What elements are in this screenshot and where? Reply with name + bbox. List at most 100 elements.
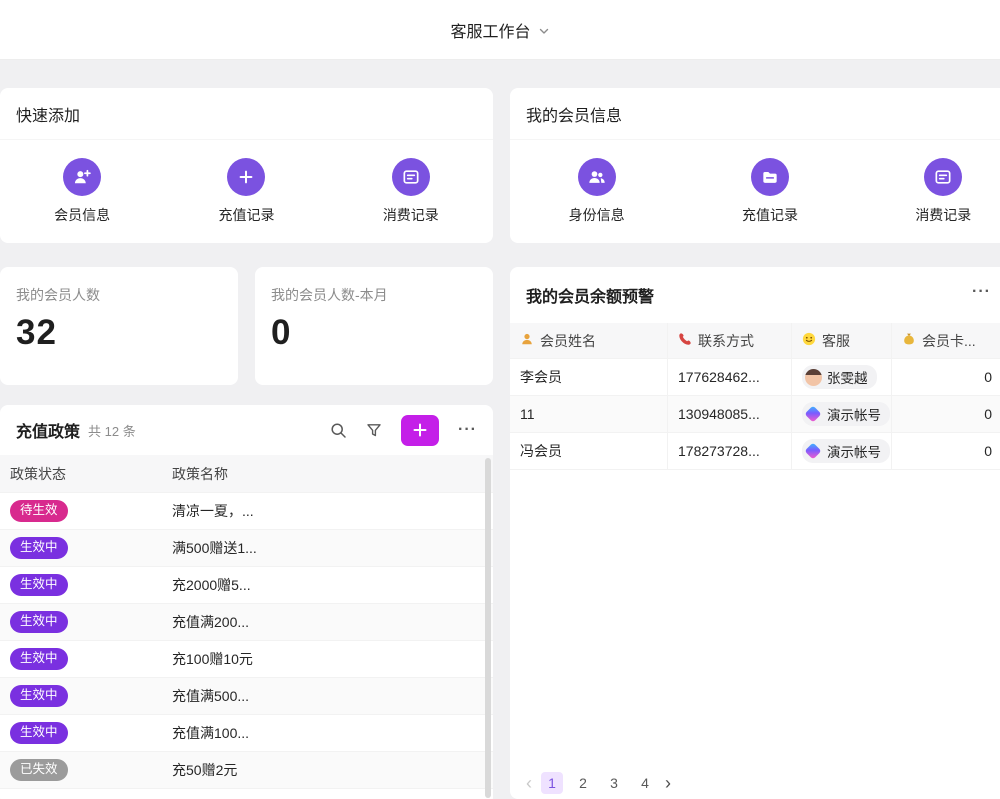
column-header-status: 政策状态 [0,464,170,484]
quick-add-member-info[interactable]: 会员信息 [0,140,164,242]
recharge-policy-card: 充值政策 共 12 条 ··· 政策状态 政策名称 待生效 清凉一夏，... [0,405,493,799]
page-button-1[interactable]: 1 [541,772,563,794]
policy-name: 充2000赠5... [170,575,493,595]
member-recharge-record[interactable]: 充值记录 [683,140,856,242]
recharge-policy-table: 政策状态 政策名称 待生效 清凉一夏，... 生效中 满500赠送1... 生效… [0,455,493,789]
member-name: 冯会员 [510,433,668,469]
member-consume-label: 消费记录 [915,205,971,225]
table-row[interactable]: 生效中 满500赠送1... [0,530,493,567]
policy-name: 充100赠10元 [170,649,493,669]
quick-add-consume-label: 消费记录 [383,205,439,225]
table-row[interactable]: 生效中 充100赠10元 [0,641,493,678]
member-identity-label: 身份信息 [569,205,625,225]
member-contact: 177628462... [668,359,792,395]
page-button-2[interactable]: 2 [572,772,594,794]
column-header-card-balance: 会员卡... [922,331,976,351]
policy-name: 充值满100... [170,723,493,743]
app-title[interactable]: 客服工作台 [450,18,530,42]
column-header-contact: 联系方式 [698,331,754,351]
stat-value: 0 [271,313,477,353]
quick-add-actions: 会员信息 充值记录 消费记录 [0,140,493,242]
status-badge: 生效中 [10,685,68,707]
recharge-policy-header: 充值政策 共 12 条 ··· [0,405,493,455]
balance-alert-header: 我的会员余额预警 ··· [510,267,1000,323]
table-row[interactable]: 待生效 清凉一夏，... [0,493,493,530]
quick-add-consume-record[interactable]: 消费记录 [329,140,493,242]
member-identity-info[interactable]: 身份信息 [510,140,683,242]
table-row[interactable]: 生效中 充值满500... [0,678,493,715]
quick-add-recharge-label: 充值记录 [218,205,274,225]
avatar [805,369,822,386]
policy-name: 充50赠2元 [170,760,493,780]
column-header-agent: 客服 [822,331,850,351]
member-info-title: 我的会员信息 [510,88,1000,140]
scrollbar-thumb[interactable] [485,458,491,798]
policy-name: 充值满500... [170,686,493,706]
table-row[interactable]: 冯会员 178273728... 演示帐号 0 [510,433,1000,470]
balance-alert-table: 会员姓名 联系方式 客服 会员卡... [510,323,1000,470]
prev-page-icon[interactable]: ‹ [526,774,532,792]
chevron-down-icon[interactable] [538,25,550,37]
stat-value: 32 [16,313,222,353]
agent-name: 演示帐号 [827,441,881,461]
demo-account-icon [805,406,822,423]
member-info-actions: 身份信息 充值记录 消费记录 [510,140,1000,242]
status-badge: 生效中 [10,537,68,559]
stat-card-member-count-month: 我的会员人数-本月 0 [255,267,493,385]
status-badge: 生效中 [10,574,68,596]
agent-name: 演示帐号 [827,404,881,424]
card-balance: 0 [892,359,1000,395]
status-badge: 生效中 [10,648,68,670]
table-row[interactable]: 已失效 充50赠2元 [0,752,493,789]
filter-icon[interactable] [366,422,382,438]
folder-icon [751,158,789,196]
agent-chip[interactable]: 演示帐号 [802,402,890,426]
status-badge: 已失效 [10,759,68,781]
table-row[interactable]: 11 130948085... 演示帐号 0 [510,396,1000,433]
column-header-member-name: 会员姓名 [540,331,596,351]
recharge-policy-title: 充值政策 [16,418,80,442]
search-icon[interactable] [330,422,347,439]
demo-account-icon [805,443,822,460]
stat-card-member-count: 我的会员人数 32 [0,267,238,385]
card-balance: 0 [892,433,1000,469]
table-row[interactable]: 生效中 充值满200... [0,604,493,641]
quick-add-card: 快速添加 会员信息 充值记录 消费记录 [0,88,493,243]
agent-chip[interactable]: 演示帐号 [802,439,890,463]
table-row[interactable]: 生效中 充值满100... [0,715,493,752]
add-policy-button[interactable] [401,415,439,446]
table-header-row: 会员姓名 联系方式 客服 会员卡... [510,323,1000,359]
money-icon [902,332,916,349]
card-icon [392,158,430,196]
more-options-icon[interactable]: ··· [458,422,477,438]
policy-name: 满500赠送1... [170,538,493,558]
agent-chip[interactable]: 张雯越 [802,365,877,389]
member-info-card: 我的会员信息 身份信息 充值记录 消费记录 [510,88,1000,243]
status-badge: 待生效 [10,500,68,522]
phone-icon [678,332,692,349]
card-icon [924,158,962,196]
member-recharge-label: 充值记录 [742,205,798,225]
table-header-row: 政策状态 政策名称 [0,455,493,493]
card-balance: 0 [892,396,1000,432]
page-button-4[interactable]: 4 [634,772,656,794]
person-add-icon [63,158,101,196]
top-bar: 客服工作台 [0,0,1000,60]
stat-label: 我的会员人数 [16,285,222,305]
table-row[interactable]: 生效中 充2000赠5... [0,567,493,604]
member-consume-record[interactable]: 消费记录 [857,140,1000,242]
pagination: ‹ 1 2 3 4 › [526,771,671,795]
column-header-name: 政策名称 [170,464,493,484]
balance-alert-title: 我的会员余额预警 [526,283,654,307]
more-options-icon[interactable]: ··· [972,284,991,300]
policy-name: 清凉一夏，... [170,501,493,521]
status-badge: 生效中 [10,722,68,744]
quick-add-recharge-record[interactable]: 充值记录 [164,140,328,242]
page-button-3[interactable]: 3 [603,772,625,794]
next-page-icon[interactable]: › [665,774,671,792]
table-row[interactable]: 李会员 177628462... 张雯越 0 [510,359,1000,396]
policy-name: 充值满200... [170,612,493,632]
people-icon [578,158,616,196]
agent-name: 张雯越 [827,367,868,387]
recharge-policy-count: 共 12 条 [88,421,136,440]
